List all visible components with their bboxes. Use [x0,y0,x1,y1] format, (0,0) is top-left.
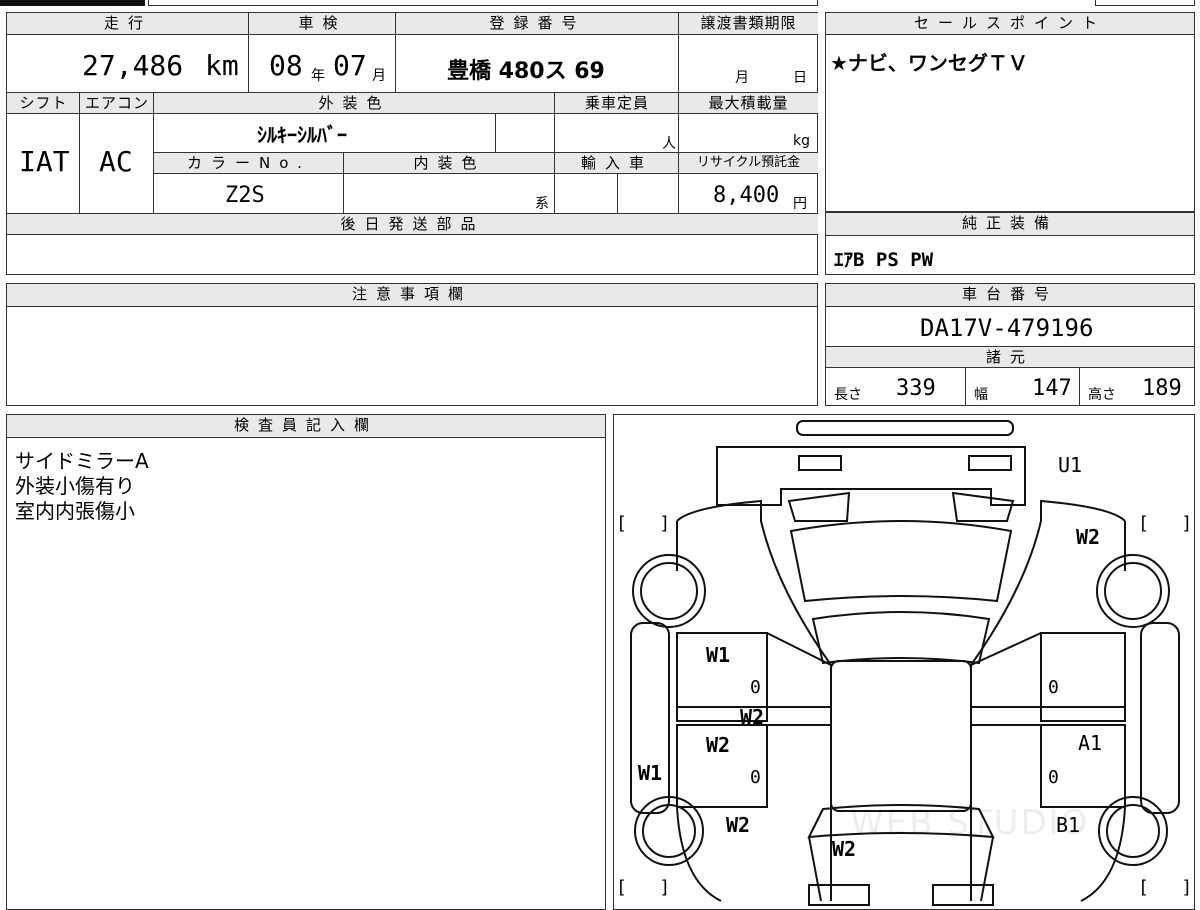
max-load-header: 最大積載量 [679,92,818,114]
height-value: 189 [1142,376,1182,401]
deadline-month-unit: 月 [735,70,749,86]
year-unit: 年 [311,68,325,84]
exterior-color-header: 外装色 [154,92,555,114]
length-label: 長さ [834,387,862,403]
interior-color-unit: 系 [535,196,549,212]
notes-header: 注意事項欄 [7,284,817,307]
inspection-header: 車検 [249,13,396,35]
recycle-fee-unit: 円 [793,196,807,212]
mark-right-rear-door-zero: 0 [1048,767,1059,788]
mark-windshield-right: W2 [1076,525,1101,549]
interior-color-header: 内装色 [344,152,555,174]
exterior-color-value: ｼﾙｷｰｼﾙﾊﾞｰ [257,123,347,147]
top-strip [148,0,818,6]
aircon-value: AC [99,145,133,178]
mileage-value: 27,486 [82,49,184,82]
car-diagram-panel: [ ] [ ] [ ] [ ] U1 W2 W1 0 W2 W2 0 W1 W2… [613,414,1195,910]
mark-front-bumper: U1 [1058,453,1083,477]
mark-right-rear-door: A1 [1078,731,1103,755]
inspection-year: 08 [269,49,303,82]
capacity-header: 乗車定員 [555,92,679,114]
notes-panel: 注意事項欄 [6,283,818,406]
recycle-fee-header: リサイクル預託金 [679,152,818,174]
specs-header: 諸元 [826,346,1194,368]
width-label: 幅 [974,387,988,403]
mark-left-front-door-zero: 0 [750,677,761,698]
shift-value: IAT [19,145,70,178]
inspector-panel: 検査員記入欄 サイドミラーA 外装小傷有り 室内内張傷小 [6,414,606,910]
color-no-header: カラーNo. [154,152,344,174]
sales-point-header: セールスポイント [826,13,1194,35]
deadline-day-unit: 日 [793,70,807,86]
bracket-left-top: [ ] [616,513,671,534]
inspector-line-3: 室内内張傷小 [15,499,135,523]
length-value: 339 [896,376,936,401]
bracket-left-bottom: [ ] [616,877,671,898]
chassis-value: DA17V-479196 [920,314,1094,342]
month-unit: 月 [372,68,386,84]
registration-header: 登録番号 [396,13,679,35]
mark-left-rear-door-zero: 0 [750,767,761,788]
bracket-right-top: [ ] [1138,513,1193,534]
inspection-month: 07 [333,49,367,82]
top-bar [0,0,145,6]
recycle-fee-value: 8,400 [713,183,780,208]
width-value: 147 [1032,376,1072,401]
height-label: 高さ [1088,387,1116,403]
mark-center-pillar: W2 [740,705,765,729]
watermark: WEB STUDIO [850,803,1090,843]
chassis-header: 車台番号 [826,284,1194,307]
vehicle-info-table: 走行 車検 登録番号 譲渡書類期限 27,486 km 08 年 07 月 豊橋… [6,12,818,275]
later-parts-header: 後日発送部品 [7,213,818,235]
top-right-strip [1095,0,1195,6]
genuine-equipment-panel: 純正装備 ｴｱB PS PW [825,212,1195,275]
chassis-panel: 車台番号 DA17V-479196 諸元 長さ 339 幅 147 高さ 189 [825,283,1195,406]
registration-value: 豊橋 480ス 69 [447,59,605,84]
mark-left-rear-door: W2 [706,733,731,757]
max-load-unit: kg [793,133,810,149]
mark-left-sill: W1 [638,761,663,785]
aircon-header: エアコン [80,92,154,114]
sales-point-text: ★ナビ、ワンセグＴＶ [830,51,1028,75]
sales-point-panel: セールスポイント ★ナビ、ワンセグＴＶ [825,12,1195,212]
mark-left-rear-fender: W2 [726,813,751,837]
shift-header: シフト [7,92,80,114]
mileage-header: 走行 [7,13,249,35]
genuine-equipment-header: 純正装備 [826,213,1194,236]
capacity-unit: 人 [662,136,676,152]
mark-left-front-fender: W1 [706,643,731,667]
color-no-value: Z2S [225,183,265,208]
transfer-deadline-header: 譲渡書類期限 [679,13,818,35]
inspector-header: 検査員記入欄 [7,415,605,438]
genuine-equipment-text: ｴｱB PS PW [834,249,934,271]
mileage-unit: km [205,49,239,82]
import-header: 輸入車 [555,152,679,174]
mark-right-front-door-zero: 0 [1048,677,1059,698]
bracket-right-bottom: [ ] [1138,877,1193,898]
